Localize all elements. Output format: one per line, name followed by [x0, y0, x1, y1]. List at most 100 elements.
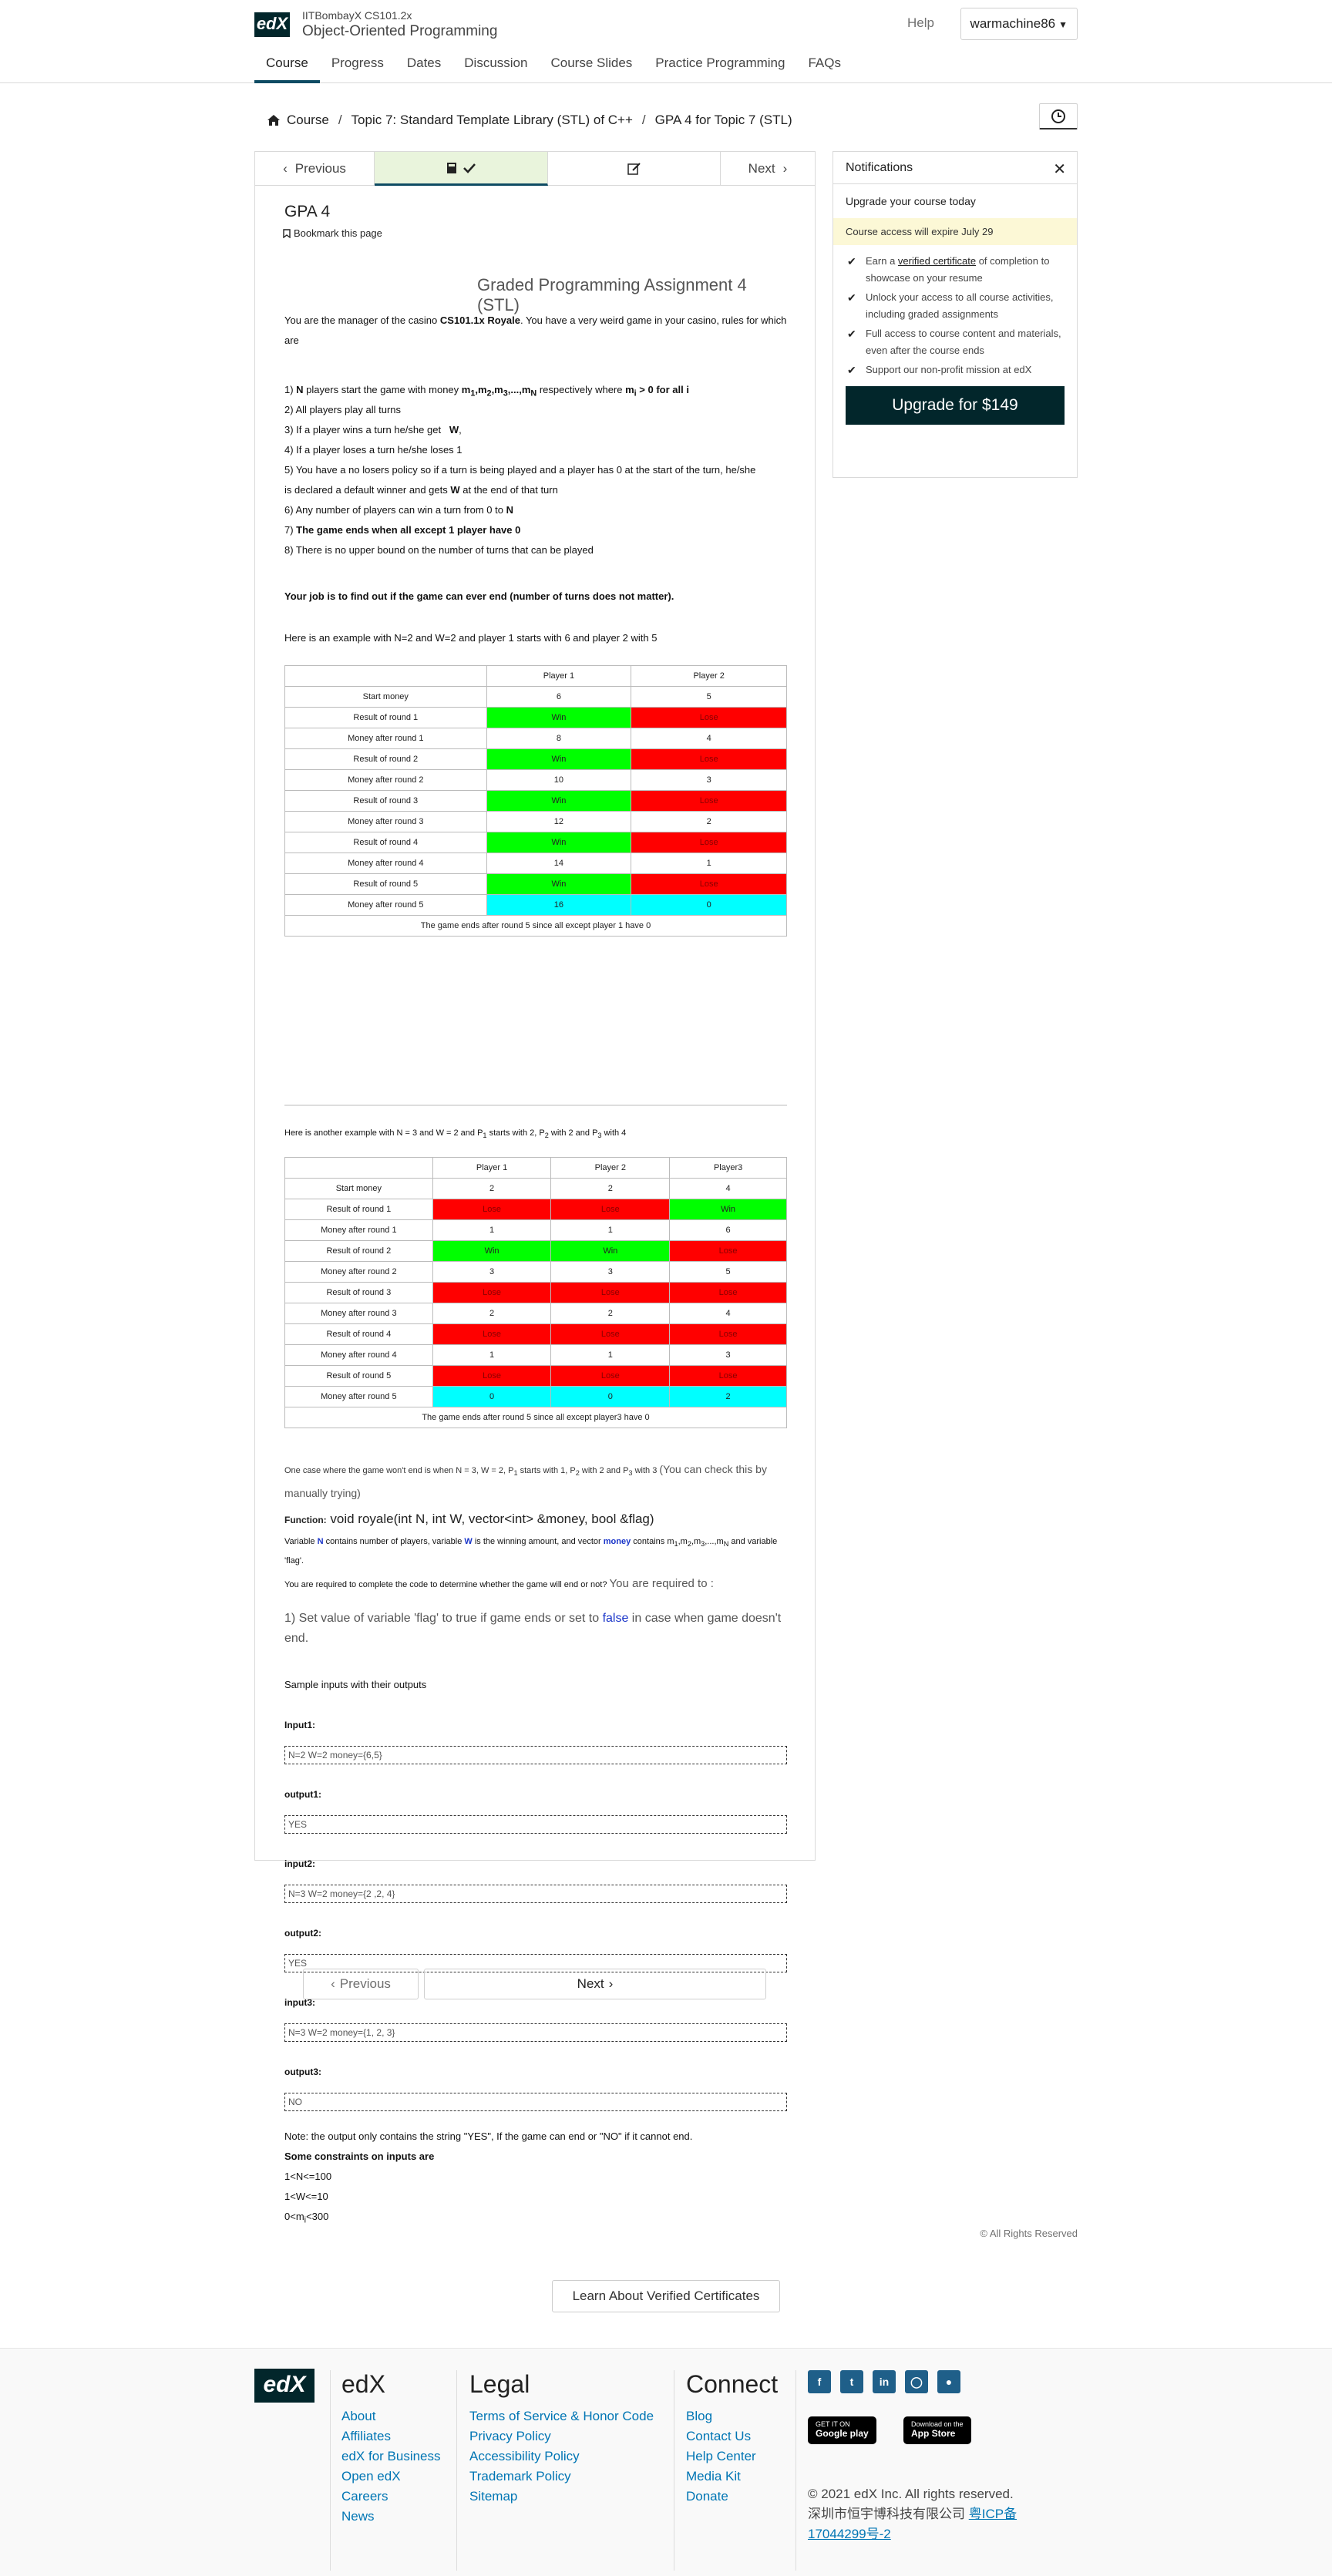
- instagram-icon[interactable]: ◯: [905, 2370, 928, 2393]
- table-cell: 1: [432, 1219, 552, 1241]
- footer-edx-logo[interactable]: edX: [254, 2369, 314, 2403]
- footer-link-about[interactable]: About: [341, 2409, 375, 2423]
- reddit-icon[interactable]: ●: [937, 2370, 960, 2393]
- footer-link-business[interactable]: edX for Business: [341, 2449, 441, 2463]
- tab-course-slides[interactable]: Course Slides: [539, 46, 644, 83]
- footer-link: News: [341, 2507, 441, 2527]
- table-cell: 2: [432, 1178, 552, 1199]
- user-menu-button[interactable]: warmachine86 ▼: [960, 8, 1078, 40]
- table-row: Money after round 5002: [284, 1386, 787, 1407]
- table-header-cell: Player 2: [631, 665, 787, 687]
- learn-verified-button[interactable]: Learn About Verified Certificates: [552, 2280, 780, 2312]
- required-flag-a: 1) Set value of variable 'flag' to true …: [284, 1612, 603, 1625]
- footer-link-media-kit[interactable]: Media Kit: [686, 2469, 741, 2484]
- upgrade-button[interactable]: Upgrade for $149: [846, 386, 1065, 425]
- benefit-text: Full access to course content and materi…: [866, 328, 1061, 356]
- app-store-small: Download on the: [911, 2420, 964, 2428]
- bottom-previous-button[interactable]: ‹ Previous: [303, 1969, 419, 1999]
- benefit-item: ✔ Full access to course content and mater…: [846, 325, 1065, 359]
- tab-faqs[interactable]: FAQs: [796, 46, 853, 83]
- footer-link-terms[interactable]: Terms of Service & Honor Code: [469, 2409, 654, 2423]
- function-code: void royale(int N, int W, vector<int> &m…: [330, 1512, 654, 1526]
- bottom-previous-label: Previous: [339, 1976, 391, 1991]
- required-text-b: You are required to :: [609, 1577, 714, 1590]
- footer-link-sitemap[interactable]: Sitemap: [469, 2489, 517, 2504]
- footer-link: Sitemap: [469, 2487, 654, 2507]
- footer-link-careers[interactable]: Careers: [341, 2489, 388, 2504]
- table-cell: Lose: [550, 1199, 671, 1220]
- table-cell: Money after round 4: [284, 1344, 433, 1366]
- footer-link-accessibility[interactable]: Accessibility Policy: [469, 2449, 580, 2463]
- rule-4: 4) If a player loses a turn he/she loses…: [284, 444, 462, 456]
- table-cell: Result of round 4: [284, 832, 487, 853]
- sample-box: N=3 W=2 money={1, 2, 3}: [284, 2023, 787, 2042]
- table-cell: 4: [669, 1178, 787, 1199]
- tab-dates[interactable]: Dates: [395, 46, 452, 83]
- sequence-next-button[interactable]: Next ›: [721, 152, 815, 186]
- footer-link-open-edx[interactable]: Open edX: [341, 2469, 401, 2484]
- table-cell: Result of round 5: [284, 873, 487, 895]
- help-link[interactable]: Help: [907, 15, 934, 31]
- facebook-icon[interactable]: f: [808, 2370, 831, 2393]
- app-store-badge[interactable]: Download on the App Store: [903, 2416, 971, 2444]
- table-cell: Result of round 1: [284, 1199, 433, 1220]
- table-cell: 8: [486, 728, 632, 749]
- table-row: Money after round 2 10 3: [284, 769, 787, 791]
- edx-logo[interactable]: edX: [254, 12, 290, 37]
- table-row: Result of round 2 Win Lose: [284, 748, 787, 770]
- footer-link: Media Kit: [686, 2467, 778, 2487]
- table-cell: Lose: [669, 1365, 787, 1387]
- dates-button[interactable]: [1039, 103, 1078, 129]
- rule-8: 8) There is no upper bound on the number…: [284, 544, 594, 556]
- sequence-tab-problem-complete[interactable]: [375, 152, 548, 186]
- sequence-tab-problem[interactable]: [548, 152, 721, 186]
- verified-certificate-link[interactable]: verified certificate: [898, 255, 976, 267]
- table-cell: Win: [550, 1240, 671, 1262]
- table-cell: Money after round 1: [284, 1219, 433, 1241]
- footer-link-help-center[interactable]: Help Center: [686, 2449, 756, 2463]
- footer-link-blog[interactable]: Blog: [686, 2409, 712, 2423]
- google-play-label: Google play: [816, 2428, 869, 2439]
- table-cell: Money after round 3: [284, 1303, 433, 1324]
- table-header-cell: Player 1: [432, 1157, 552, 1179]
- table-cell: Win: [486, 748, 632, 770]
- footer-link-privacy[interactable]: Privacy Policy: [469, 2429, 551, 2443]
- sample-box: NO: [284, 2093, 787, 2111]
- table-cell: Money after round 5: [284, 1386, 433, 1407]
- table-cell: Win: [486, 873, 632, 895]
- linkedin-icon[interactable]: in: [873, 2370, 896, 2393]
- bottom-next-button[interactable]: Next ›: [424, 1969, 766, 1999]
- footer-link: Trademark Policy: [469, 2467, 654, 2487]
- google-play-badge[interactable]: GET IT ON Google play: [808, 2416, 876, 2444]
- rule-6: 6) Any number of players can win a turn …: [284, 504, 513, 516]
- table-cell: Result of round 3: [284, 1282, 433, 1303]
- unit-title: GPA 4: [284, 203, 331, 220]
- twitter-icon[interactable]: t: [840, 2370, 863, 2393]
- tab-practice-programming[interactable]: Practice Programming: [644, 46, 796, 83]
- course-tabs: Course Progress Dates Discussion Course …: [254, 46, 853, 83]
- course-code: IITBombayX CS101.2x: [302, 9, 412, 22]
- footer-copyright: © 2021 edX Inc. All rights reserved. 深圳市…: [808, 2484, 1039, 2544]
- table-cell: Win: [669, 1199, 787, 1220]
- footer-link-trademark[interactable]: Trademark Policy: [469, 2469, 571, 2484]
- tab-progress[interactable]: Progress: [320, 46, 395, 83]
- sequence-previous-button[interactable]: ‹ Previous: [255, 152, 375, 186]
- close-icon[interactable]: ✕: [1053, 160, 1066, 179]
- breadcrumb-current: GPA 4 for Topic 7 (STL): [654, 113, 792, 127]
- bookmark-button[interactable]: Bookmark this page: [283, 227, 382, 239]
- footer-link-news[interactable]: News: [341, 2509, 375, 2524]
- table-row: Money after round 5 16 0: [284, 894, 787, 916]
- no-end-case: One case where the game won't end is whe…: [284, 1463, 767, 1500]
- breadcrumb-course[interactable]: Course: [287, 113, 329, 128]
- tab-course[interactable]: Course: [254, 46, 320, 83]
- table-cell: Result of round 2: [284, 1240, 433, 1262]
- table-cell: 0: [631, 894, 787, 916]
- footer-link-contact[interactable]: Contact Us: [686, 2429, 751, 2443]
- table-cell: Lose: [550, 1323, 671, 1345]
- table-cell: 14: [486, 853, 632, 874]
- icp-company: 深圳市恒宇博科技有限公司: [808, 2507, 969, 2521]
- breadcrumb-topic[interactable]: Topic 7: Standard Template Library (STL)…: [352, 113, 633, 128]
- tab-discussion[interactable]: Discussion: [452, 46, 539, 83]
- footer-link-donate[interactable]: Donate: [686, 2489, 728, 2504]
- footer-link-affiliates[interactable]: Affiliates: [341, 2429, 391, 2443]
